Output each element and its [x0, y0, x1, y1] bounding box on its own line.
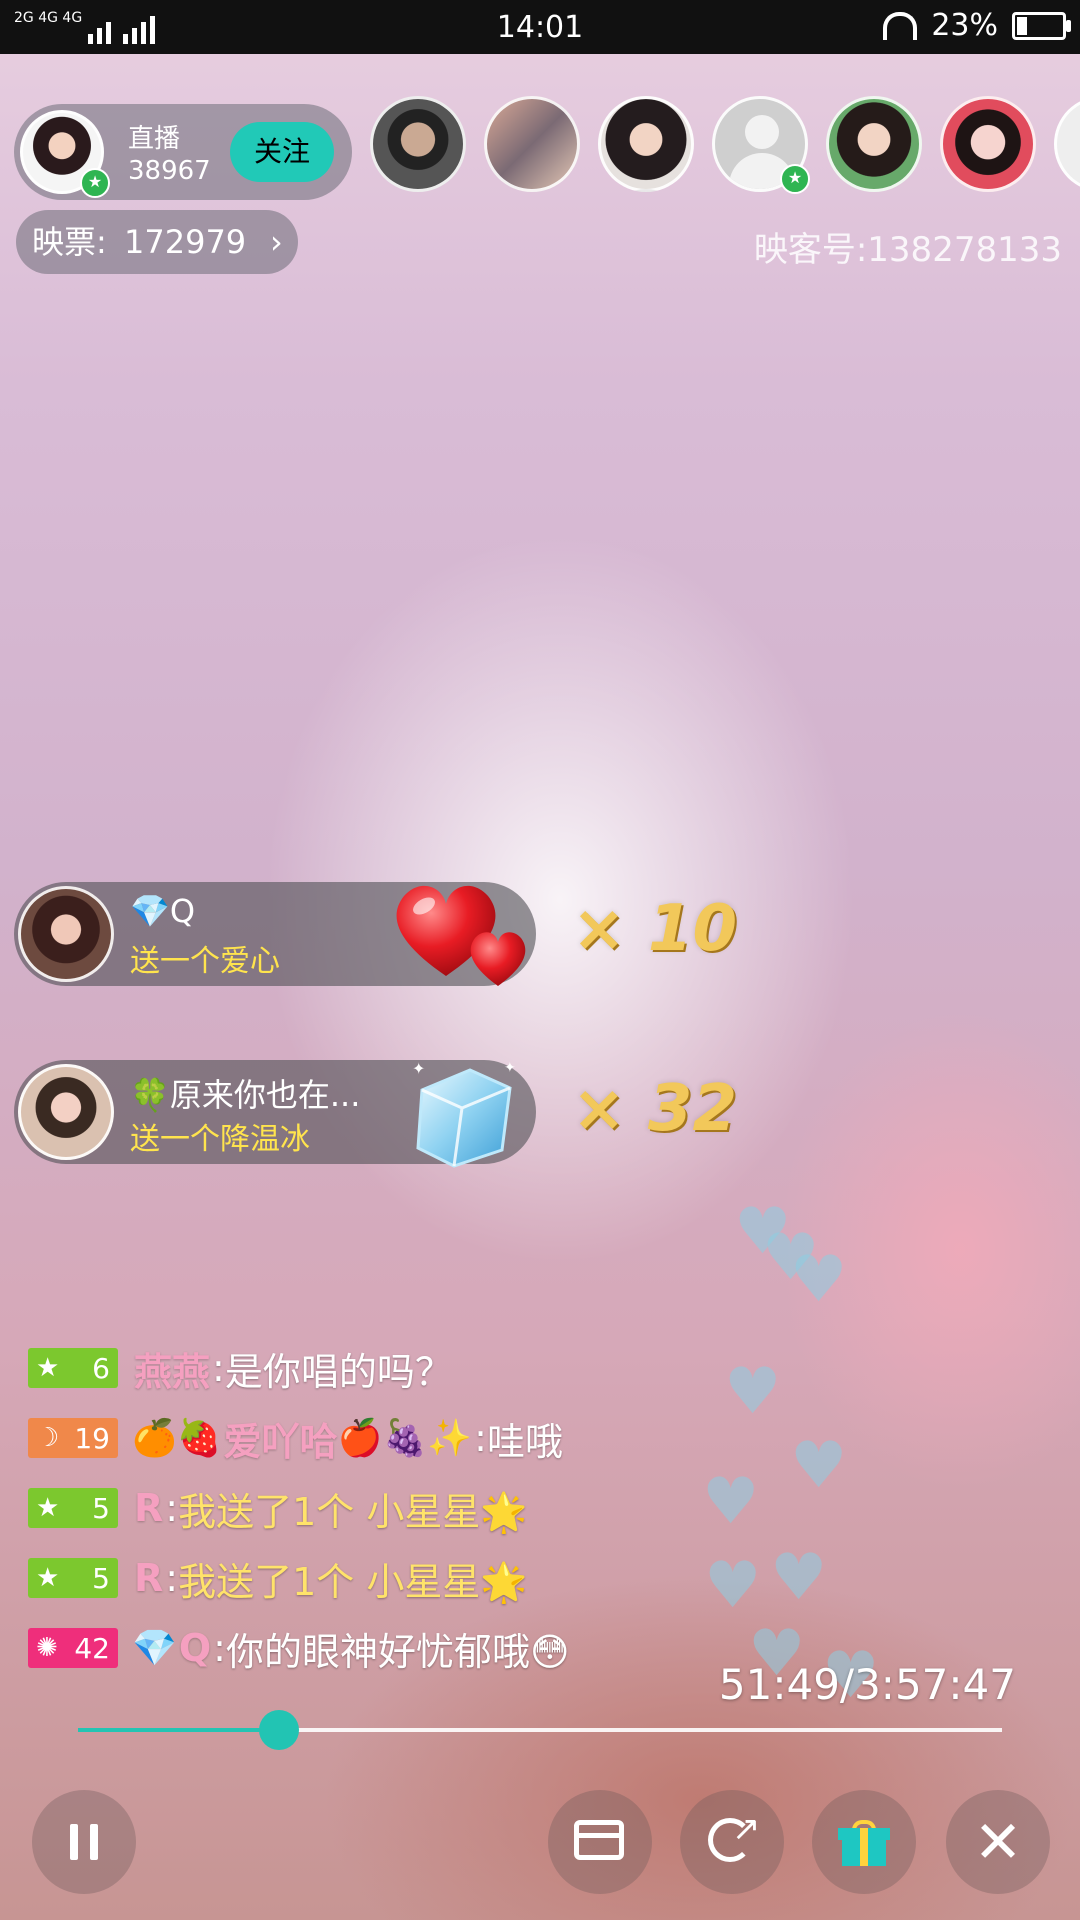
room-id: 映客号:138278133 [753, 230, 1062, 270]
ticket-label: 映票: [32, 223, 107, 261]
chevron-right-icon: › [270, 223, 283, 261]
verified-star-icon: ★ [780, 164, 810, 194]
chat-username[interactable]: 燕燕 [134, 1341, 210, 1396]
ice-cube-icon: ✦ ✦ [412, 1059, 516, 1168]
viewer-avatar[interactable] [484, 96, 580, 192]
floating-heart-icon: ♥ [790, 1243, 848, 1317]
chat-text: 你的眼神好忧郁哦😳 [225, 1629, 570, 1674]
host-live-label: 直播 [128, 124, 181, 154]
battery-icon [1012, 11, 1071, 40]
viewer-count: 38967 [128, 156, 211, 186]
viewer-avatar[interactable] [1054, 96, 1080, 192]
verified-star-icon: ★ [80, 168, 110, 198]
pause-icon [68, 1824, 100, 1860]
chat-message: ★ 5 R : 我送了1个 小星星🌟 [28, 1556, 528, 1604]
battery-fill [1017, 16, 1027, 35]
viewer-avatar[interactable] [826, 96, 922, 192]
battery-percent: 23% [931, 8, 998, 43]
heart-icon [396, 885, 526, 986]
ticket-pill[interactable]: 映票: 172979 › [16, 210, 298, 274]
gift-sender-avatar[interactable] [18, 886, 114, 982]
gift-sender-avatar[interactable] [18, 1064, 114, 1160]
seek-played [78, 1728, 280, 1732]
message-icon [574, 1820, 624, 1860]
chat-message: ★ 6 燕燕 : 是你唱的吗？ [28, 1346, 453, 1394]
share-button[interactable]: ↗ [680, 1790, 784, 1894]
host-panel[interactable]: ★ 直播 38967 关注 [14, 104, 352, 200]
gift-banner: 🍀原来你也在... 送一个降温冰 ✦ ✦ [14, 1059, 536, 1168]
floating-heart-icon: ♥ [790, 1429, 848, 1503]
seek-bar[interactable] [78, 1710, 1002, 1750]
close-icon: ✕ [973, 1808, 1023, 1876]
svg-text:✦: ✦ [504, 1060, 516, 1076]
chat-username[interactable]: R [134, 1556, 163, 1600]
chat-username[interactable]: R [134, 1486, 163, 1530]
playback-time: 51:49/3:57:47 [718, 1660, 1016, 1709]
status-bar: 2G 4G 4G 14:01 23% [0, 0, 1080, 54]
message-button[interactable] [548, 1790, 652, 1894]
pause-button[interactable] [32, 1790, 136, 1894]
floating-heart-icon: ♥ [704, 1549, 762, 1623]
gift-sender-name: 💎Q [130, 892, 196, 930]
svg-text:✦: ✦ [412, 1059, 425, 1078]
seek-thumb[interactable] [259, 1710, 300, 1750]
viewer-avatar[interactable] [940, 96, 1036, 192]
floating-heart-icon: ♥ [702, 1465, 760, 1539]
live-replay-screen: 2G 4G 4G 14:01 23% ★ 直播 38967 关注 ★ 映票: 1… [0, 0, 1080, 1920]
level-badge: ★ 5 [28, 1558, 118, 1598]
chat-message: ★ 5 R : 我送了1个 小星星🌟 [28, 1486, 528, 1534]
gift-sender-name: 🍀原来你也在... [130, 1076, 361, 1114]
chat-message: ☽ 19 🍊🍓 爱吖哈 🍎🍇✨ : 哇哦 [28, 1416, 563, 1464]
gift-button[interactable] [812, 1790, 916, 1894]
gift-count: × 10 [572, 892, 737, 966]
level-badge: ★ 5 [28, 1488, 118, 1528]
chat-text: 我送了1个 小星星🌟 [178, 1489, 528, 1534]
gift-action: 送一个爱心 [130, 944, 280, 979]
chat-text: 我送了1个 小星星🌟 [178, 1559, 528, 1604]
floating-heart-icon: ♥ [770, 1541, 828, 1615]
chat-message: ✺ 42 💎 Q : 你的眼神好忧郁哦😳 [28, 1626, 570, 1674]
level-badge: ✺ 42 [28, 1628, 118, 1668]
gift-icon [838, 1820, 890, 1866]
chat-text: 是你唱的吗？ [224, 1349, 453, 1394]
chat-text: 哇哦 [486, 1419, 563, 1464]
close-button[interactable]: ✕ [946, 1790, 1050, 1894]
headset-icon [883, 11, 918, 40]
chat-username[interactable]: 爱吖哈 [224, 1411, 338, 1466]
chat-username[interactable]: Q [179, 1626, 211, 1670]
level-badge: ☽ 19 [28, 1418, 118, 1458]
gift-banner: 💎Q 送一个爱心 [14, 882, 536, 986]
viewer-avatar[interactable] [370, 96, 466, 192]
gift-count: × 32 [572, 1072, 737, 1146]
ticket-value: 172979 [124, 223, 247, 261]
viewer-avatar[interactable] [598, 96, 694, 192]
gift-action: 送一个降温冰 [130, 1122, 310, 1157]
share-arrow-icon: ↗ [732, 1809, 761, 1849]
level-badge: ★ 6 [28, 1348, 118, 1388]
floating-heart-icon: ♥ [724, 1355, 782, 1429]
follow-button[interactable]: 关注 [230, 122, 334, 182]
